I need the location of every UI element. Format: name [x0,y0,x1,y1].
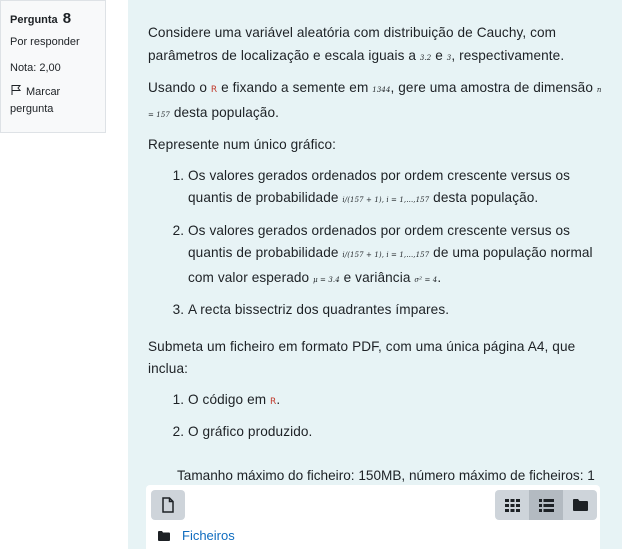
list-item: Os valores gerados ordenados por ordem c… [188,165,608,212]
seed-paragraph: Usando o R e fixando a semente em 1344, … [148,77,608,126]
question-state: Por responder [10,36,80,48]
text: e fixando a semente em [217,80,373,95]
folder-icon [158,530,170,541]
math-probabilities: i/(157 + 1), i = 1,…,157 [342,196,430,204]
grid-icon [504,498,520,512]
plot-items-list: Os valores gerados ordenados por ordem c… [188,165,608,322]
intro-paragraph: Considere uma variável aleatória com dis… [148,22,608,69]
text: . [437,269,442,285]
flag-question-link[interactable]: Marcar pergunta [10,84,97,118]
view-list-button[interactable] [529,490,563,520]
question-info-panel: Pergunta 8 Por responder Nota: 2,00 Marc… [0,0,106,133]
text: , gere uma amostra de dimensão [390,80,597,95]
text: e [431,47,447,63]
view-tree-button[interactable] [563,490,597,520]
list-item: O gráfico produzido. [188,421,608,444]
flag-icon [11,85,22,95]
view-icons-button[interactable] [495,490,529,520]
files-folder-link[interactable]: Ficheiros [158,528,235,543]
question-content: Considere uma variável aleatória com dis… [128,0,622,549]
text: O código em [188,391,271,407]
list-item: Os valores gerados ordenados por ordem c… [188,220,608,292]
submit-paragraph: Submeta um ficheiro em formato PDF, com … [148,338,576,377]
list-icon [538,498,554,512]
list-item: A recta bissectriz dos quadrantes ímpare… [188,299,608,322]
text: desta população. [169,104,279,120]
question-number: Pergunta 8 [10,9,97,30]
text: . [276,391,281,407]
list-item: O código em R. [188,389,608,414]
text: Usando o [148,80,211,95]
represent-paragraph: Represente num único gráfico: [148,137,337,152]
text: , respectivamente. [451,47,565,63]
math-seed: 1344 [372,86,391,94]
add-file-button[interactable] [151,490,185,520]
file-icon [162,497,174,513]
math-variance: σ² = 4 [414,275,438,284]
question-label: Pergunta [10,14,58,26]
question-text: Considere uma variável aleatória com dis… [148,22,608,452]
file-picker: Ficheiros [146,485,600,549]
files-folder-label: Ficheiros [182,528,235,543]
math-location: 3.2 [419,53,432,62]
text: desta população. [429,190,539,205]
math-probabilities: i/(157 + 1), i = 1,…,157 [342,251,430,259]
question-number-value: 8 [62,10,72,27]
text: e variância [339,269,415,285]
submit-items-list: O código em R. O gráfico produzido. [188,389,608,444]
folder-icon [572,499,588,511]
math-mean: μ = 3.4 [313,275,340,284]
upload-limits-text: Tamanho máximo do ficheiro: 150MB, númer… [177,468,595,483]
question-grade: Nota: 2,00 [10,62,61,74]
